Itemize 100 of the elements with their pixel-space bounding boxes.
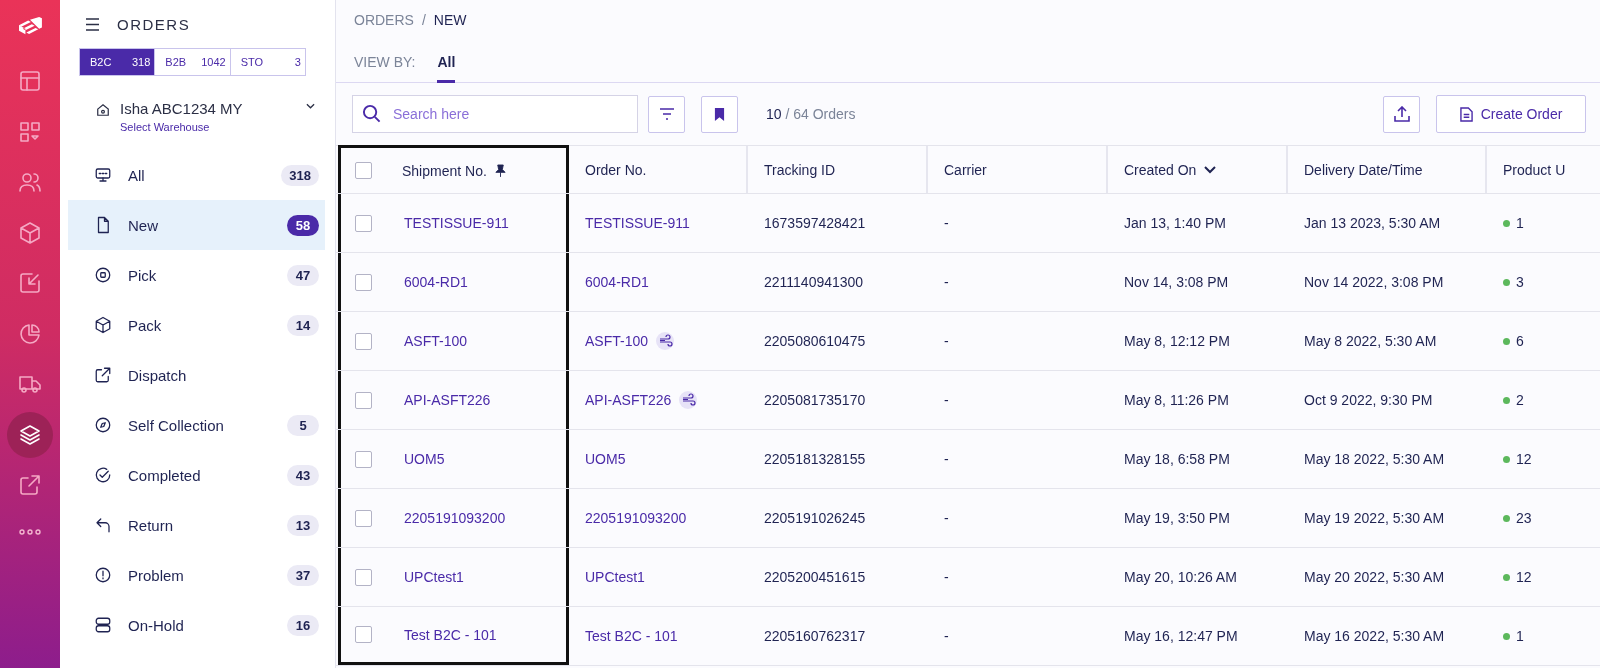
delivery-cell-text: May 18 2022, 5:30 AM: [1303, 450, 1446, 469]
segment-tab[interactable]: B2C 318: [80, 49, 156, 75]
row-checkbox[interactable]: [355, 450, 372, 468]
upload-button[interactable]: [1383, 95, 1420, 133]
nav-item[interactable]: On-Hold 16: [68, 600, 325, 650]
bookmark-icon: [714, 106, 725, 122]
order-link[interactable]: 6004-RD1: [585, 274, 649, 290]
shipment-link[interactable]: UPCtest1: [404, 569, 464, 585]
table-row[interactable]: TESTISSUE-911 TESTISSUE-911 1673597428421 - Jan 13, 1:40 PM Jan 13 2023, 5:30 AM 1: [336, 194, 1600, 253]
layout-icon: [18, 69, 42, 93]
shipment-link[interactable]: ASFT-100: [404, 333, 468, 349]
shipment-link[interactable]: 6004-RD1: [404, 274, 468, 290]
order-link[interactable]: 2205191093200: [585, 510, 687, 526]
sort-chevron-icon[interactable]: [1204, 165, 1217, 174]
rail-nav-button[interactable]: [7, 411, 53, 458]
select-all-checkbox[interactable]: [355, 162, 372, 179]
shipment-link[interactable]: 2205191093200: [404, 510, 506, 526]
table-row[interactable]: ASFT-100 ASFT-100 2205080610475 - May 8, 12:12 PM May 8 2022, 5:30 AM 6: [336, 312, 1600, 371]
order-count: 10 / 64 Orders: [766, 106, 856, 122]
order-link[interactable]: UOM5: [585, 451, 626, 467]
nav-item[interactable]: Dispatch: [68, 350, 325, 400]
product-count: 12: [1516, 569, 1532, 585]
breadcrumb-link[interactable]: ORDERS: [354, 12, 414, 40]
chevron-down-icon[interactable]: [306, 103, 315, 109]
view-tab[interactable]: All: [437, 54, 456, 83]
count-badge: 37: [287, 564, 319, 586]
table-row[interactable]: 6004-RD1 6004-RD1 2211140941300 - Nov 14, 3:08 PM Nov 14 2022, 3:08 PM 3: [336, 253, 1600, 312]
menu-icon[interactable]: [85, 17, 100, 31]
upload-icon: [1393, 106, 1410, 122]
select-warehouse-link[interactable]: Select Warehouse: [120, 121, 296, 133]
nav-item[interactable]: Self Collection 5: [68, 400, 325, 450]
created-cell-text: Nov 14, 3:08 PM: [1123, 273, 1230, 292]
column-title: Shipment No.: [402, 162, 487, 179]
order-link[interactable]: Test B2C - 101: [585, 628, 678, 644]
nav-item[interactable]: Problem 37: [68, 550, 325, 600]
shipment-link[interactable]: Test B2C - 101: [404, 626, 497, 643]
created-cell-text: May 8, 12:12 PM: [1123, 332, 1231, 351]
count-badge: 13: [287, 514, 319, 536]
segment-tab[interactable]: B2B 1042: [155, 49, 231, 75]
row-checkbox[interactable]: [355, 332, 372, 350]
pin-icon[interactable]: [494, 164, 506, 177]
filter-button[interactable]: [648, 95, 685, 133]
row-checkbox[interactable]: [355, 391, 372, 409]
product-count: 1: [1516, 628, 1524, 644]
count-badge: 16: [287, 614, 319, 636]
nav-item[interactable]: All 318: [68, 150, 325, 200]
product-count: 23: [1516, 510, 1532, 526]
home-icon: [96, 103, 110, 117]
created-cell-text: May 19, 3:50 PM: [1123, 509, 1231, 528]
carrier-cell-text: -: [943, 391, 950, 410]
check-circle-icon: [94, 466, 112, 484]
nav-item[interactable]: Completed 43: [68, 450, 325, 500]
carrier-cell-text: -: [943, 214, 950, 233]
document-icon: [1459, 106, 1473, 122]
created-cell-text: May 18, 6:58 PM: [1123, 450, 1231, 469]
table-row[interactable]: UPCtest1 UPCtest1 2205200451615 - May 20, 10:26 AM May 20 2022, 5:30 AM 12: [336, 548, 1600, 607]
nav-item[interactable]: Pack 14: [68, 300, 325, 350]
created-cell-text: May 8, 11:26 PM: [1123, 391, 1230, 410]
row-checkbox[interactable]: [355, 214, 372, 232]
nav-item[interactable]: New 58: [68, 200, 325, 250]
table-row[interactable]: API-ASFT226 API-ASFT226 2205081735170 - May 8, 11:26 PM Oct 9 2022, 9:30 PM 2: [336, 371, 1600, 430]
row-checkbox[interactable]: [355, 626, 372, 643]
carrier-cell-text: -: [943, 273, 950, 292]
monitor-icon: [94, 166, 112, 184]
tracking-cell-text: 2205081735170: [763, 391, 867, 410]
table-row[interactable]: Test B2C - 101 Test B2C - 101 2205160762317 - May 16, 12:47 PM May 16 2022, 5:30 AM 1: [336, 607, 1600, 666]
order-link[interactable]: API-ASFT226: [585, 392, 672, 408]
row-checkbox[interactable]: [355, 273, 372, 291]
create-order-button[interactable]: Create Order: [1436, 95, 1586, 133]
nav-item[interactable]: Pick 47: [68, 250, 325, 300]
shipment-link[interactable]: API-ASFT226: [404, 392, 491, 408]
segment-tab[interactable]: STO 3: [230, 49, 305, 75]
table-row[interactable]: UOM5 UOM5 2205181328155 - May 18, 6:58 PM May 18 2022, 5:30 AM 12: [336, 430, 1600, 489]
nav-item[interactable]: Return 13: [68, 500, 325, 550]
view-by-label: VIEW BY:: [354, 54, 416, 72]
alert-icon: [94, 566, 112, 584]
delivery-cell-text: May 19 2022, 5:30 AM: [1303, 509, 1446, 528]
delivery-cell-text: Oct 9 2022, 9:30 PM: [1303, 391, 1434, 410]
created-cell-text: May 16, 12:47 PM: [1123, 627, 1239, 646]
search-field[interactable]: Search here: [352, 95, 638, 133]
carrier-cell-text: -: [943, 332, 950, 351]
delivery-cell-text: Nov 14 2022, 3:08 PM: [1303, 273, 1445, 292]
breadcrumb-separator: /: [421, 12, 426, 30]
created-cell-text: May 20, 10:26 AM: [1123, 568, 1238, 587]
external-link-icon: [94, 366, 112, 384]
order-link[interactable]: UPCtest1: [585, 569, 645, 585]
tracking-cell-text: 2211140941300: [763, 273, 865, 292]
users-icon: [18, 170, 42, 194]
order-link[interactable]: TESTISSUE-911: [585, 215, 690, 231]
panel-title: ORDERS: [117, 15, 191, 33]
more-icon[interactable]: [18, 528, 42, 535]
bookmark-button[interactable]: [701, 95, 738, 133]
row-checkbox[interactable]: [355, 509, 372, 527]
row-checkbox[interactable]: [355, 568, 372, 586]
order-link[interactable]: ASFT-100: [585, 333, 649, 349]
shipment-link[interactable]: UOM5: [404, 451, 445, 467]
shipment-link[interactable]: TESTISSUE-911: [404, 215, 509, 231]
table-row[interactable]: 2205191093200 2205191093200 2205191026245 - May 19, 3:50 PM May 19 2022, 5:30 AM 23: [336, 489, 1600, 548]
target-icon: [94, 266, 112, 284]
wind-icon: [679, 391, 698, 409]
